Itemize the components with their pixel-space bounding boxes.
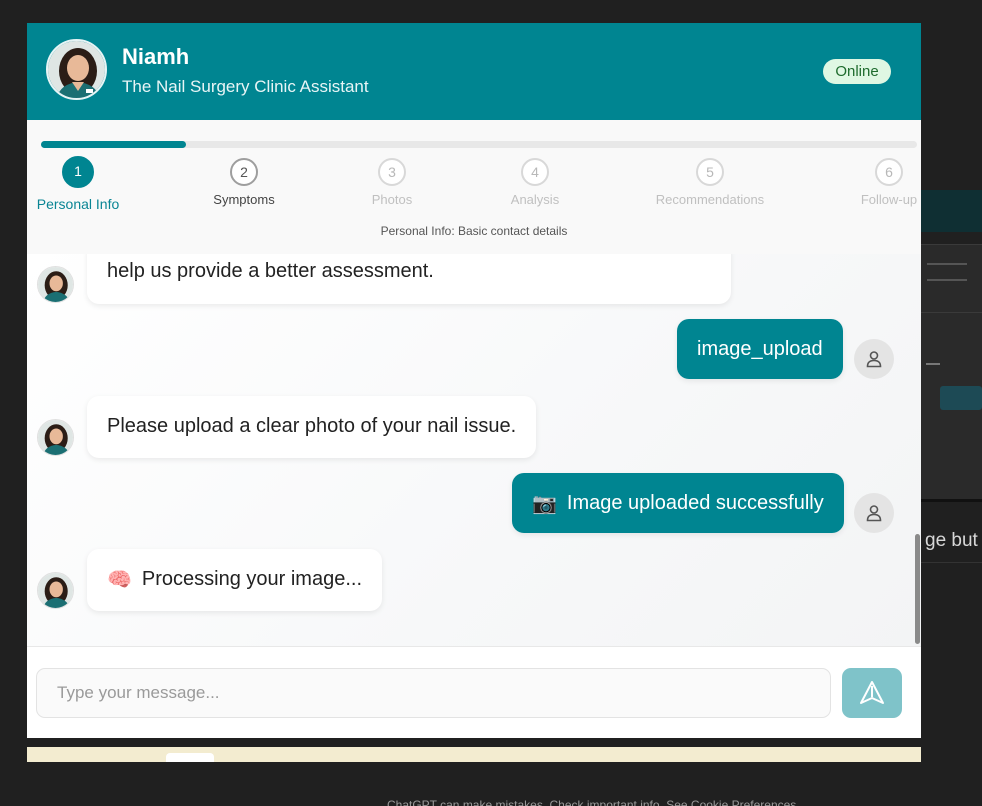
background-divider: [921, 562, 982, 563]
user-message: image_upload: [677, 319, 843, 379]
background-text: ge but: [925, 530, 978, 551]
step-follow-up[interactable]: 6 Follow-up: [829, 158, 921, 207]
step-number: 3: [378, 158, 406, 186]
background-button: [940, 386, 982, 410]
assistant-avatar: [37, 572, 74, 609]
step-number: 4: [521, 158, 549, 186]
message-text: help us provide a better assessment.: [107, 260, 434, 282]
step-label: Personal Info: [36, 196, 120, 212]
assistant-name: Niamh: [122, 44, 190, 69]
step-personal-info[interactable]: 1 Personal Info: [27, 156, 138, 212]
progress-track: [41, 141, 917, 148]
step-photos[interactable]: 3 Photos: [332, 158, 452, 207]
background-panel: [921, 244, 982, 502]
background-divider: [927, 263, 967, 265]
message-scrollbar[interactable]: [915, 534, 920, 644]
send-icon: [860, 681, 884, 704]
message-input[interactable]: [36, 668, 831, 718]
step-number: 6: [875, 158, 903, 186]
step-number: 1: [62, 156, 94, 188]
assistant-avatar: [37, 419, 74, 456]
background-divider: [927, 279, 967, 281]
step-label: Analysis: [510, 192, 560, 207]
user-avatar: [854, 339, 894, 379]
step-label: Recommendations: [655, 192, 765, 207]
step-label: Follow-up: [860, 192, 918, 207]
user-icon: [866, 505, 882, 522]
bot-message: help us provide a better assessment.: [87, 254, 731, 304]
background-divider: [926, 363, 940, 365]
message-composer: [27, 646, 921, 738]
brain-icon: 🧠: [107, 568, 132, 591]
message-list[interactable]: help us provide a better assessment. ima…: [27, 254, 921, 646]
step-label: Symptoms: [213, 192, 275, 207]
user-message: 📷 Image uploaded successfully: [512, 473, 844, 533]
step-number: 5: [696, 158, 724, 186]
background-divider: [921, 312, 982, 313]
send-button[interactable]: [842, 668, 902, 718]
message-text: image_upload: [697, 338, 823, 360]
message-text: Image uploaded successfully: [566, 492, 824, 514]
bot-message: Please upload a clear photo of your nail…: [87, 396, 537, 458]
background-footer-caption: ChatGPT can make mistakes. Check importa…: [387, 798, 800, 806]
progress-fill: [41, 141, 187, 148]
user-avatar: [854, 493, 894, 533]
step-analysis[interactable]: 4 Analysis: [475, 158, 595, 207]
chat-header: Niamh The Nail Surgery Clinic Assistant …: [27, 23, 921, 120]
assistant-avatar: [37, 266, 74, 303]
assistant-subtitle: The Nail Surgery Clinic Assistant: [122, 77, 369, 96]
message-text: Processing your image...: [141, 568, 363, 590]
background-footer-bar: [27, 747, 921, 762]
step-caption: Personal Info: Basic contact details: [380, 224, 568, 238]
assistant-avatar: [46, 39, 107, 100]
camera-icon: 📷: [532, 492, 557, 515]
chat-window: Niamh The Nail Surgery Clinic Assistant …: [27, 23, 921, 738]
background-footer-tab: [166, 753, 214, 762]
step-number: 2: [230, 158, 258, 186]
step-label: Photos: [371, 192, 413, 207]
background-header-strip: [921, 190, 982, 232]
progress-stepper: 1 Personal Info 2 Symptoms 3 Photos 4 An…: [27, 120, 921, 254]
step-recommendations[interactable]: 5 Recommendations: [650, 158, 770, 207]
status-badge: Online: [823, 59, 891, 84]
bot-message: 🧠 Processing your image...: [87, 549, 383, 611]
user-icon: [866, 351, 882, 368]
message-text: Please upload a clear photo of your nail…: [107, 415, 517, 437]
step-symptoms[interactable]: 2 Symptoms: [184, 158, 304, 207]
